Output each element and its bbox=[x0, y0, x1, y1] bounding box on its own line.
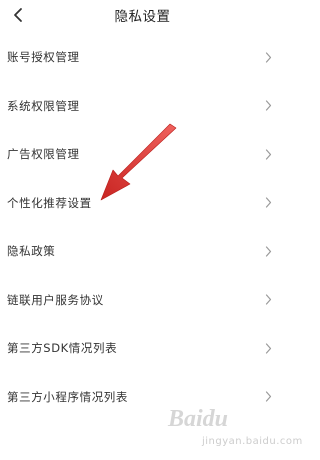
menu-item-user-service-agreement[interactable]: 链联用户服务协议 bbox=[0, 276, 285, 325]
privacy-settings-screen: 隐私设置 账号授权管理 系统权限管理 广告权限管理 个性化推荐设置 隐私政策 链… bbox=[0, 0, 302, 460]
watermark-url: jingyan.baidu.com bbox=[202, 436, 303, 447]
settings-menu-list: 账号授权管理 系统权限管理 广告权限管理 个性化推荐设置 隐私政策 链联用户服务… bbox=[0, 33, 285, 421]
menu-item-personalized-recommendation[interactable]: 个性化推荐设置 bbox=[0, 179, 285, 228]
menu-item-label: 第三方小程序情况列表 bbox=[7, 389, 128, 404]
menu-item-label: 个性化推荐设置 bbox=[7, 195, 92, 210]
menu-item-third-party-sdk-list[interactable]: 第三方SDK情况列表 bbox=[0, 324, 285, 373]
menu-item-account-authorization[interactable]: 账号授权管理 bbox=[0, 33, 285, 82]
watermark-brand: Baidu bbox=[168, 406, 229, 432]
menu-item-label: 第三方SDK情况列表 bbox=[7, 341, 118, 356]
menu-item-label: 链联用户服务协议 bbox=[7, 292, 104, 307]
chevron-right-icon bbox=[263, 245, 273, 257]
menu-item-ad-permissions[interactable]: 广告权限管理 bbox=[0, 130, 285, 179]
page-title: 隐私设置 bbox=[114, 9, 171, 25]
chevron-right-icon bbox=[263, 197, 273, 209]
chevron-right-icon bbox=[263, 294, 273, 306]
menu-item-label: 系统权限管理 bbox=[7, 98, 80, 113]
menu-item-privacy-policy[interactable]: 隐私政策 bbox=[0, 227, 285, 276]
chevron-right-icon bbox=[263, 100, 273, 112]
baidu-jingyan-watermark: Baidu jingyan.baidu.com bbox=[160, 400, 302, 460]
menu-item-label: 广告权限管理 bbox=[7, 147, 80, 162]
header-bar: 隐私设置 bbox=[0, 0, 285, 30]
menu-item-label: 账号授权管理 bbox=[7, 50, 80, 65]
chevron-right-icon bbox=[263, 148, 273, 160]
chevron-right-icon bbox=[263, 342, 273, 354]
menu-item-system-permissions[interactable]: 系统权限管理 bbox=[0, 82, 285, 131]
chevron-right-icon bbox=[263, 51, 273, 63]
menu-item-label: 隐私政策 bbox=[7, 244, 56, 259]
